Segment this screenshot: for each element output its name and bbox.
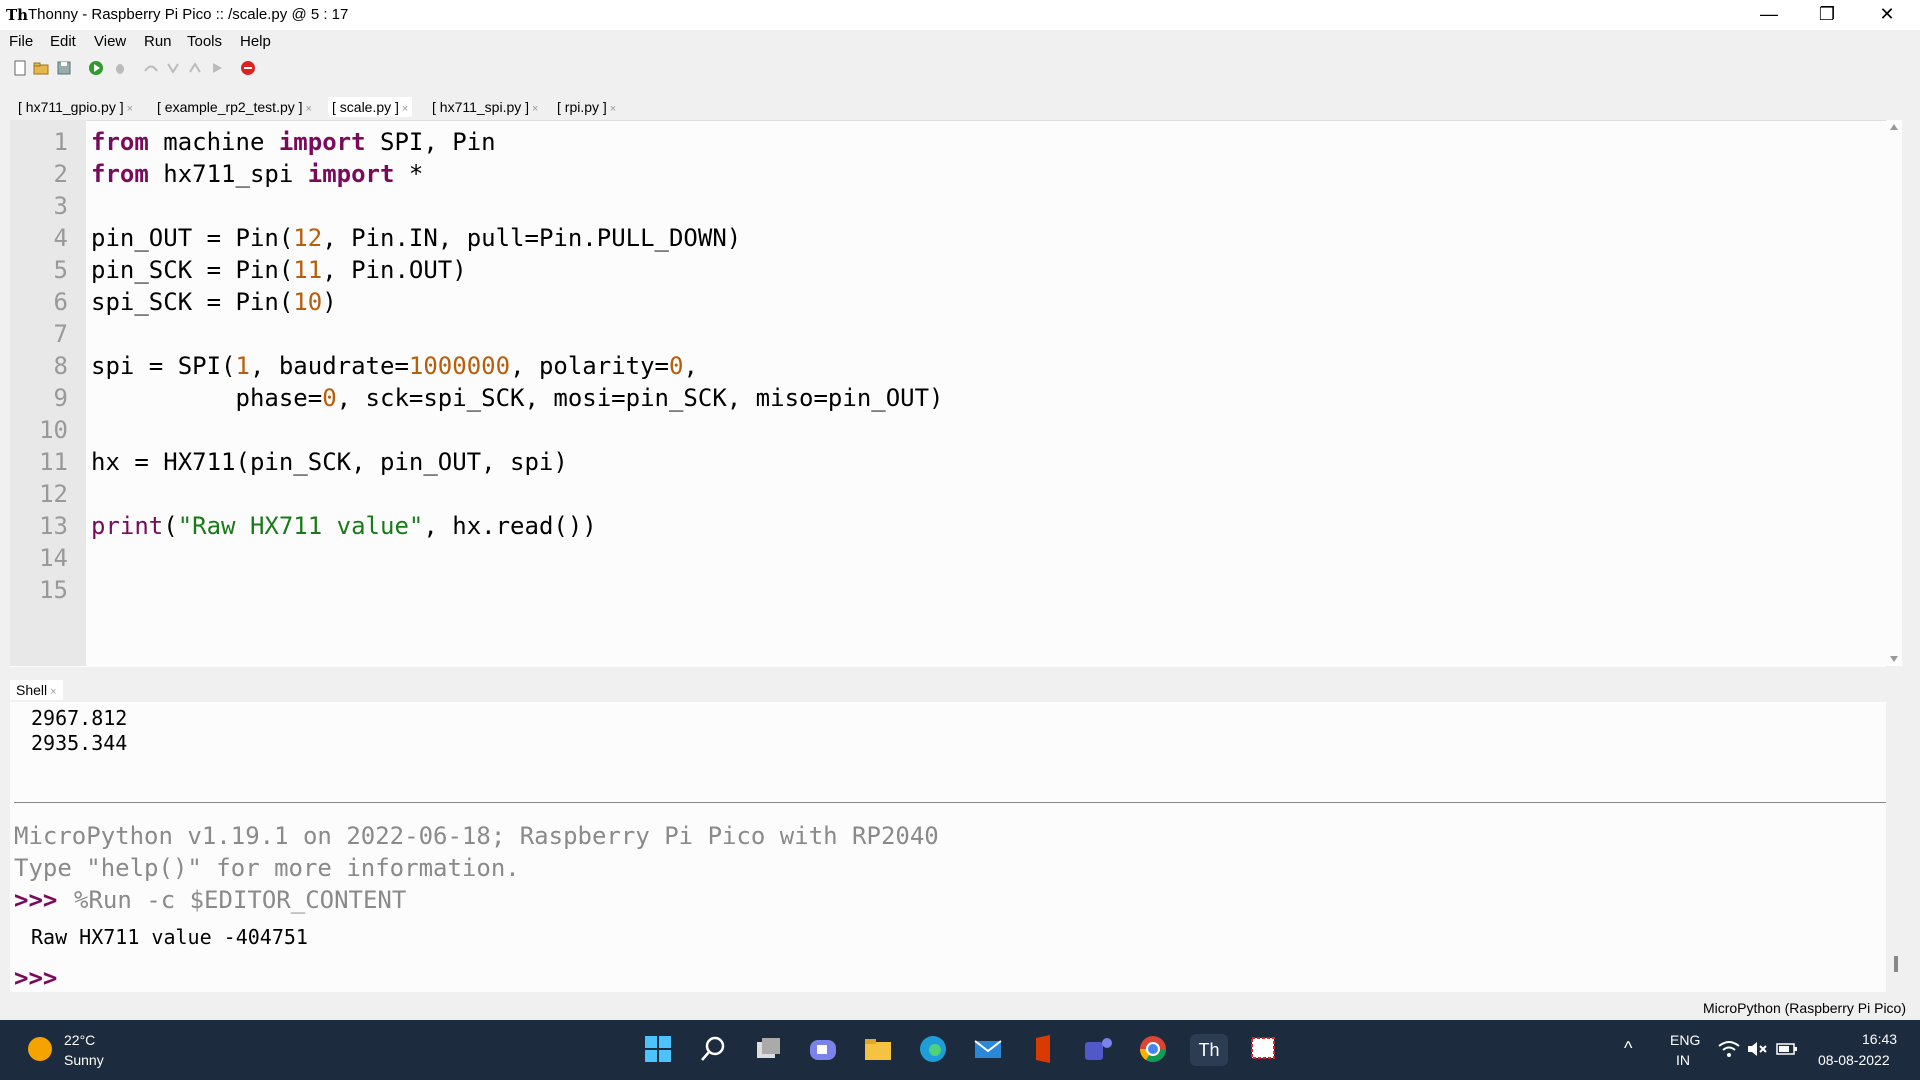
line-number: 8 — [53, 352, 68, 380]
region-indicator[interactable]: IN — [1676, 1052, 1690, 1068]
menu-file[interactable]: File — [9, 33, 33, 50]
toolbar — [0, 56, 1920, 82]
code-line[interactable]: from machine import SPI, Pin — [91, 128, 496, 156]
menu-view[interactable]: View — [94, 33, 126, 50]
line-number: 2 — [53, 160, 68, 188]
shell-prompt: >>> — [14, 886, 58, 914]
line-number: 10 — [39, 416, 68, 444]
step-out-icon[interactable] — [187, 60, 203, 76]
scrollbar-arrows — [1890, 124, 1898, 662]
tab-rpi[interactable]: [ rpi.py ] × — [553, 97, 620, 117]
line-number: 14 — [39, 544, 68, 572]
chrome-icon[interactable] — [1137, 1034, 1169, 1066]
tab-scale[interactable]: [ scale.py ] × — [328, 97, 413, 117]
office-icon[interactable] — [1027, 1034, 1059, 1066]
language-indicator[interactable]: ENG — [1670, 1032, 1700, 1048]
line-number: 5 — [53, 256, 68, 284]
shell-input-prompt[interactable]: >>> — [14, 964, 57, 992]
menu-run[interactable]: Run — [144, 33, 172, 50]
code-line[interactable]: from hx711_spi import * — [91, 160, 423, 188]
save-icon[interactable] — [56, 60, 72, 76]
menu-bar — [0, 30, 1920, 54]
resume-icon[interactable] — [209, 60, 225, 76]
new-file-icon[interactable] — [12, 60, 28, 76]
search-icon[interactable] — [697, 1034, 729, 1066]
tab-close-icon[interactable]: × — [532, 103, 538, 115]
open-folder-icon[interactable] — [33, 60, 49, 76]
menu-tools[interactable]: Tools — [187, 33, 222, 50]
menu-edit[interactable]: Edit — [50, 33, 76, 50]
task-view-icon[interactable] — [752, 1034, 784, 1066]
weather-temp[interactable]: 22°C — [64, 1032, 95, 1048]
window-title: Thonny - Raspberry Pi Pico :: /scale.py … — [28, 6, 349, 23]
step-into-icon[interactable] — [165, 60, 181, 76]
line-number: 6 — [53, 288, 68, 316]
shell-output-line: Raw HX711 value -404751 — [31, 925, 308, 949]
thonny-logo-icon: Th — [6, 6, 29, 24]
thonny-taskbar-icon[interactable]: Th — [1190, 1034, 1228, 1066]
restore-button[interactable]: ❐ — [1798, 0, 1856, 30]
shell-command: %Run -c $EDITOR_CONTENT — [74, 886, 407, 914]
code-line[interactable]: pin_OUT = Pin(12, Pin.IN, pull=Pin.PULL_… — [91, 224, 741, 252]
teams-icon[interactable] — [1082, 1034, 1114, 1066]
shell-banner-line: Type "help()" for more information. — [14, 854, 520, 882]
step-over-icon[interactable] — [143, 60, 159, 76]
editor-scrollbar[interactable] — [1886, 120, 1902, 666]
shell-banner-line: MicroPython v1.19.1 on 2022-06-18; Raspb… — [14, 822, 939, 850]
tab-close-icon[interactable]: × — [610, 103, 616, 115]
run-icon[interactable] — [88, 60, 104, 76]
debug-icon[interactable] — [112, 60, 128, 76]
line-number: 11 — [39, 448, 68, 476]
interpreter-status[interactable]: MicroPython (Raspberry Pi Pico) — [1703, 1000, 1906, 1016]
clock-time[interactable]: 16:43 — [1862, 1031, 1897, 1047]
line-number: 13 — [39, 512, 68, 540]
weather-desc[interactable]: Sunny — [64, 1052, 104, 1068]
sun-icon[interactable] — [28, 1037, 52, 1061]
tab-hx711-spi[interactable]: [ hx711_spi.py ] × — [428, 97, 542, 117]
line-number: 7 — [53, 320, 68, 348]
line-number: 9 — [53, 384, 68, 412]
chevron-up-icon[interactable]: ^ — [1624, 1038, 1632, 1059]
tab-close-icon[interactable]: × — [402, 103, 408, 115]
line-number: 4 — [53, 224, 68, 252]
code-line[interactable]: print("Raw HX711 value", hx.read()) — [91, 512, 597, 540]
snipping-tool-icon[interactable] — [1247, 1034, 1279, 1066]
code-line[interactable]: pin_SCK = Pin(11, Pin.OUT) — [91, 256, 467, 284]
edge-browser-icon[interactable] — [917, 1034, 949, 1066]
tab-close-icon[interactable]: × — [306, 103, 312, 115]
file-explorer-icon[interactable] — [862, 1034, 894, 1066]
line-number: 15 — [39, 576, 68, 604]
line-number: 1 — [53, 128, 68, 156]
volume-muted-icon[interactable] — [1746, 1040, 1768, 1063]
code-line[interactable]: spi = SPI(1, baudrate=1000000, polarity=… — [91, 352, 698, 380]
windows-start-icon[interactable] — [642, 1034, 674, 1066]
status-bar: MicroPython (Raspberry Pi Pico) — [0, 994, 1920, 1020]
line-number: 12 — [39, 480, 68, 508]
battery-icon[interactable] — [1776, 1041, 1798, 1062]
tab-close-icon[interactable]: × — [50, 686, 56, 698]
tab-close-icon[interactable]: × — [127, 103, 133, 115]
tab-hx711-gpio[interactable]: [ hx711_gpio.py ] × — [14, 97, 137, 117]
tab-shell[interactable]: Shell × — [10, 680, 63, 700]
teams-chat-icon[interactable] — [807, 1034, 839, 1066]
tab-example-rp2-test[interactable]: [ example_rp2_test.py ] × — [153, 97, 316, 117]
mail-icon[interactable] — [972, 1034, 1004, 1066]
shell-output-line: 2935.344 — [31, 731, 128, 755]
minimize-button[interactable]: — — [1740, 0, 1798, 30]
close-button[interactable]: ✕ — [1858, 0, 1916, 30]
wifi-icon[interactable] — [1718, 1040, 1740, 1063]
code-line[interactable]: hx = HX711(pin_SCK, pin_OUT, spi) — [91, 448, 568, 476]
stop-icon[interactable] — [240, 60, 256, 76]
line-number: 3 — [53, 192, 68, 220]
shell-scrollbar[interactable] — [1894, 956, 1898, 972]
shell-separator — [14, 802, 1886, 803]
title-bar: Th Thonny - Raspberry Pi Pico :: /scale.… — [0, 0, 1920, 30]
code-line[interactable]: spi_SCK = Pin(10) — [91, 288, 337, 316]
menu-help[interactable]: Help — [240, 33, 271, 50]
shell-output-line: 2967.812 — [31, 706, 128, 730]
clock-date[interactable]: 08-08-2022 — [1818, 1052, 1890, 1068]
code-line[interactable]: phase=0, sck=spi_SCK, mosi=pin_SCK, miso… — [91, 384, 943, 412]
